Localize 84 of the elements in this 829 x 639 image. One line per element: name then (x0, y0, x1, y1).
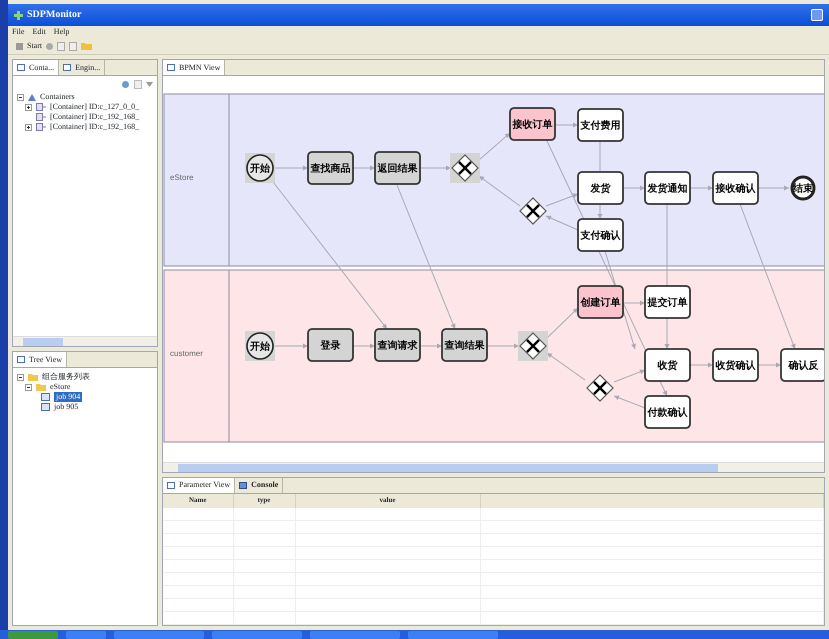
expand-icon[interactable] (25, 104, 32, 111)
task-node[interactable]: 发货通知 (644, 171, 691, 206)
task-node[interactable]: 查找商品 (307, 151, 354, 186)
task-node[interactable]: 发货 (577, 171, 624, 206)
menu-item[interactable]: Help (54, 26, 70, 38)
window-icon (167, 482, 175, 488)
minimize-button[interactable] (811, 8, 823, 21)
lane-label: eStore (170, 173, 194, 182)
page-icon[interactable] (134, 80, 142, 89)
window-icon (167, 64, 175, 72)
scrollbar-thumb[interactable] (23, 338, 63, 346)
connector-arrow (272, 344, 308, 349)
task-node[interactable]: 收货 (644, 348, 691, 382)
task-node[interactable]: 收货确认 (712, 348, 759, 382)
view-tab[interactable]: Engin... (59, 60, 106, 76)
triangle-icon (28, 94, 36, 101)
tree-item[interactable]: job 905 (54, 402, 78, 412)
connector-arrow (352, 344, 376, 349)
view-tab[interactable]: Conta... (13, 60, 60, 76)
tree-item[interactable]: Containers (40, 92, 75, 102)
gear-icon[interactable] (121, 80, 130, 89)
collapse-icon[interactable] (17, 374, 24, 381)
connector-arrow (688, 362, 714, 368)
caret-icon[interactable] (146, 82, 153, 87)
stop-icon[interactable] (46, 42, 54, 50)
gateway-node[interactable] (519, 198, 547, 226)
start-button[interactable]: Start (27, 40, 42, 52)
connector-arrow (352, 166, 376, 171)
task-node[interactable]: 查询请求 (374, 328, 421, 362)
task-node[interactable]: 创建订单 (577, 286, 624, 320)
view-tab[interactable]: Tree View (13, 352, 68, 368)
tree-item[interactable]: 组合服务列表 (42, 372, 90, 382)
expand-icon[interactable] (25, 124, 32, 131)
collapse-icon[interactable] (17, 94, 24, 101)
view-tab[interactable]: Console (235, 478, 284, 492)
view-tab[interactable]: BPMN View (163, 60, 226, 76)
grid-icon[interactable] (16, 42, 23, 50)
tree-item[interactable]: [Container] ID:c_192_168_ (50, 112, 140, 122)
collapse-icon[interactable] (25, 384, 32, 391)
window-title: SDPMonitor (27, 8, 82, 22)
window-icon (17, 356, 25, 364)
connector-arrow (554, 122, 578, 128)
folder-icon[interactable] (81, 42, 92, 50)
tree-item[interactable]: job 904 (54, 392, 82, 402)
menu-item[interactable]: Edit (32, 26, 46, 38)
plus-icon (14, 10, 23, 20)
start-button[interactable] (8, 631, 58, 639)
container-icon (36, 113, 46, 122)
task-node[interactable]: 接收确认 (712, 171, 759, 206)
connector-arrow (418, 344, 442, 349)
gateway-node[interactable] (586, 374, 614, 402)
task-node[interactable]: 确认反 (780, 348, 824, 382)
connector-arrow (478, 176, 520, 207)
task-node[interactable]: 支付费用 (577, 108, 624, 142)
task-node[interactable]: 查询结果 (441, 328, 488, 362)
connector-arrow (688, 186, 714, 191)
start-event: 开始 (245, 153, 275, 184)
task-node[interactable]: 付款确认 (644, 396, 691, 430)
container-icon (36, 123, 46, 132)
connector-arrow (486, 344, 520, 349)
monitor-icon (239, 482, 248, 488)
connector-arrow (418, 166, 452, 171)
scrollbar-thumb[interactable] (178, 464, 718, 472)
connector-arrow (272, 166, 308, 171)
connector-arrow (478, 132, 510, 161)
task-node[interactable]: 接收订单 (509, 108, 556, 142)
lane-label: customer (170, 349, 203, 358)
container-icon (36, 103, 46, 112)
menu-item[interactable]: File (12, 26, 24, 38)
start-event: 开始 (245, 331, 275, 362)
tree-item[interactable]: [Container] ID:c_127_0_0_ (50, 102, 140, 112)
connector-arrow (756, 186, 790, 191)
task-node[interactable]: 提交订单 (644, 286, 691, 320)
task-node[interactable]: 登录 (307, 328, 354, 362)
gateway-node[interactable] (450, 153, 480, 184)
view-tab[interactable]: Parameter View (163, 478, 236, 492)
window-icon (63, 64, 72, 72)
tree-item[interactable]: eStore (50, 382, 70, 392)
task-node[interactable]: 支付确认 (577, 218, 624, 252)
gateway-node[interactable] (518, 331, 548, 362)
task-node[interactable]: 返回结果 (374, 151, 421, 186)
connector-arrow (756, 362, 782, 368)
window-icon (17, 64, 25, 72)
tree-item[interactable]: [Container] ID:c_192_168_ (50, 122, 140, 132)
